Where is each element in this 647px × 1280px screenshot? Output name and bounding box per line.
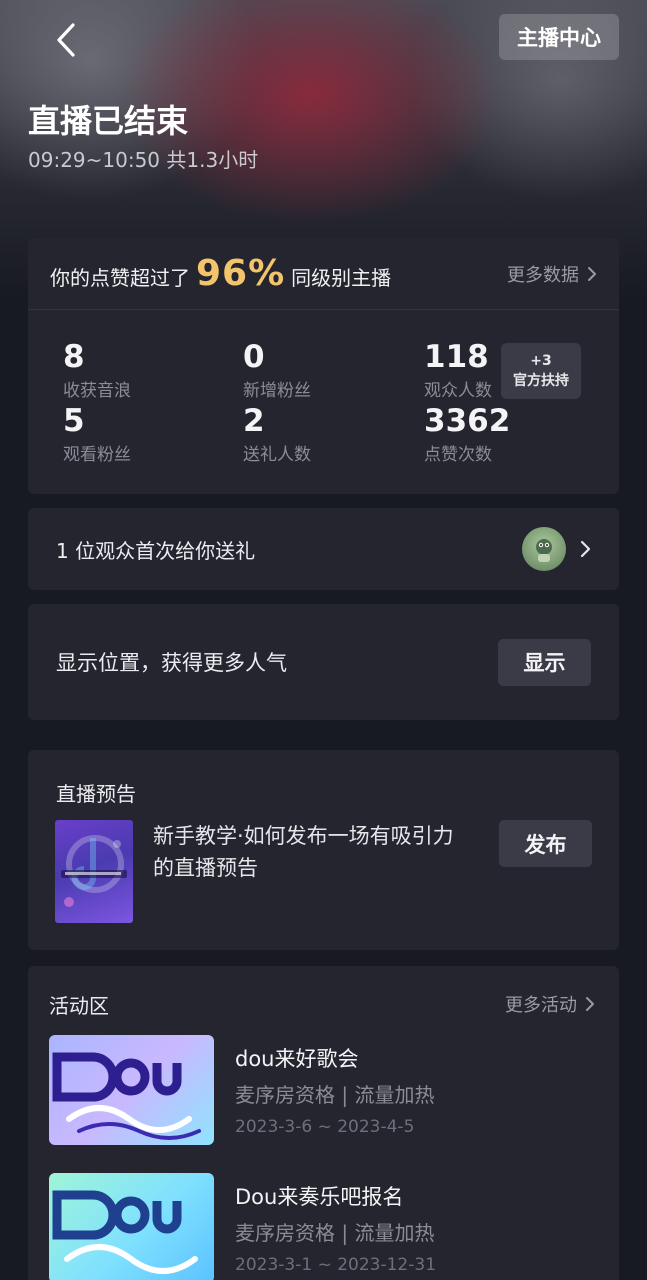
stat-value: 2 xyxy=(243,403,265,439)
preview-tutorial-description[interactable]: 新手教学·如何发布一场有吸引力的直播预告 xyxy=(153,820,473,884)
stat-label: 点赞次数 xyxy=(424,445,492,465)
activity-tags: 麦序房资格 | 流量加热 xyxy=(235,1221,435,1245)
stat-gift-senders: 2 送礼人数 xyxy=(243,404,311,465)
activity-tags: 麦序房资格 | 流量加热 xyxy=(235,1083,435,1107)
activity-banner-image xyxy=(49,1035,214,1145)
more-data-label: 更多数据 xyxy=(507,264,579,286)
support-label: 官方扶持 xyxy=(513,373,569,389)
stat-viewers: 118 观众人数 xyxy=(424,340,492,401)
avatar xyxy=(522,527,566,571)
stat-label: 观众人数 xyxy=(424,381,492,401)
stat-value: 8 xyxy=(63,339,85,375)
stat-label: 观看粉丝 xyxy=(63,445,131,465)
more-activities-link[interactable]: 更多活动 xyxy=(505,991,595,1017)
first-gift-notice-row[interactable]: 1 位观众首次给你送礼 xyxy=(28,508,619,590)
stat-sound-waves: 8 收获音浪 xyxy=(63,340,131,401)
show-location-button[interactable]: 显示 xyxy=(498,638,591,686)
stat-label: 新增粉丝 xyxy=(243,381,311,401)
live-preview-card: 直播预告 新手教学·如何发布一场有吸引力的直播预告 发布 xyxy=(28,750,619,950)
activity-name: dou来好歌会 xyxy=(235,1047,359,1071)
like-suffix: 同级别主播 xyxy=(291,266,392,290)
like-ranking-text: 你的点赞超过了 96% 同级别主播 xyxy=(50,253,391,294)
chevron-right-icon xyxy=(586,997,594,1011)
activity-banner-image xyxy=(49,1173,214,1280)
stat-label: 送礼人数 xyxy=(243,445,311,465)
stat-label: 收获音浪 xyxy=(63,381,131,401)
page-title: 直播已结束 xyxy=(28,102,189,140)
activity-name: Dou来奏乐吧报名 xyxy=(235,1185,404,1209)
like-percent: 96% xyxy=(196,253,286,294)
like-ranking-row: 你的点赞超过了 96% 同级别主播 更多数据 xyxy=(28,238,619,310)
more-activities-label: 更多活动 xyxy=(505,995,577,1016)
preview-tutorial-thumbnail[interactable] xyxy=(55,820,133,923)
stat-new-fans: 0 新增粉丝 xyxy=(243,340,311,401)
stat-value: 118 xyxy=(424,339,489,375)
activity-item[interactable]: dou来好歌会 麦序房资格 | 流量加热 2023-3-6 ~ 2023-4-5 xyxy=(49,1035,609,1147)
back-icon[interactable] xyxy=(46,20,86,60)
stat-value: 3362 xyxy=(424,403,511,439)
publish-button[interactable]: 发布 xyxy=(499,820,592,867)
chevron-right-icon xyxy=(580,540,591,558)
stat-value: 0 xyxy=(243,339,265,375)
live-time-range: 09:29~10:50 共1.3小时 xyxy=(28,148,259,172)
stat-value: 5 xyxy=(63,403,85,439)
anchor-center-button[interactable]: 主播中心 xyxy=(499,14,619,60)
show-location-text: 显示位置，获得更多人气 xyxy=(56,651,287,675)
like-prefix: 你的点赞超过了 xyxy=(50,266,190,290)
stat-watching-fans: 5 观看粉丝 xyxy=(63,404,131,465)
activity-zone-card: 活动区 更多活动 dou来好歌会 麦序房资格 | 流量加热 2023-3-6 ~… xyxy=(28,966,619,1280)
first-gift-text: 1 位观众首次给你送礼 xyxy=(56,538,256,563)
activity-zone-title: 活动区 xyxy=(49,994,109,1018)
live-preview-title: 直播预告 xyxy=(56,782,136,806)
more-data-link[interactable]: 更多数据 xyxy=(507,261,597,287)
stat-likes: 3362 点赞次数 xyxy=(424,404,510,465)
chevron-right-icon xyxy=(588,266,596,281)
activity-item[interactable]: Dou来奏乐吧报名 麦序房资格 | 流量加热 2023-3-1 ~ 2023-1… xyxy=(49,1173,609,1280)
support-count: +3 xyxy=(530,353,552,369)
live-summary-card: 你的点赞超过了 96% 同级别主播 更多数据 8 收获音浪 0 新增粉丝 118… xyxy=(28,238,619,494)
show-location-card: 显示位置，获得更多人气 显示 xyxy=(28,604,619,720)
official-support-badge[interactable]: +3 官方扶持 xyxy=(501,343,581,399)
activity-date: 2023-3-6 ~ 2023-4-5 xyxy=(235,1117,415,1137)
activity-date: 2023-3-1 ~ 2023-12-31 xyxy=(235,1255,437,1275)
